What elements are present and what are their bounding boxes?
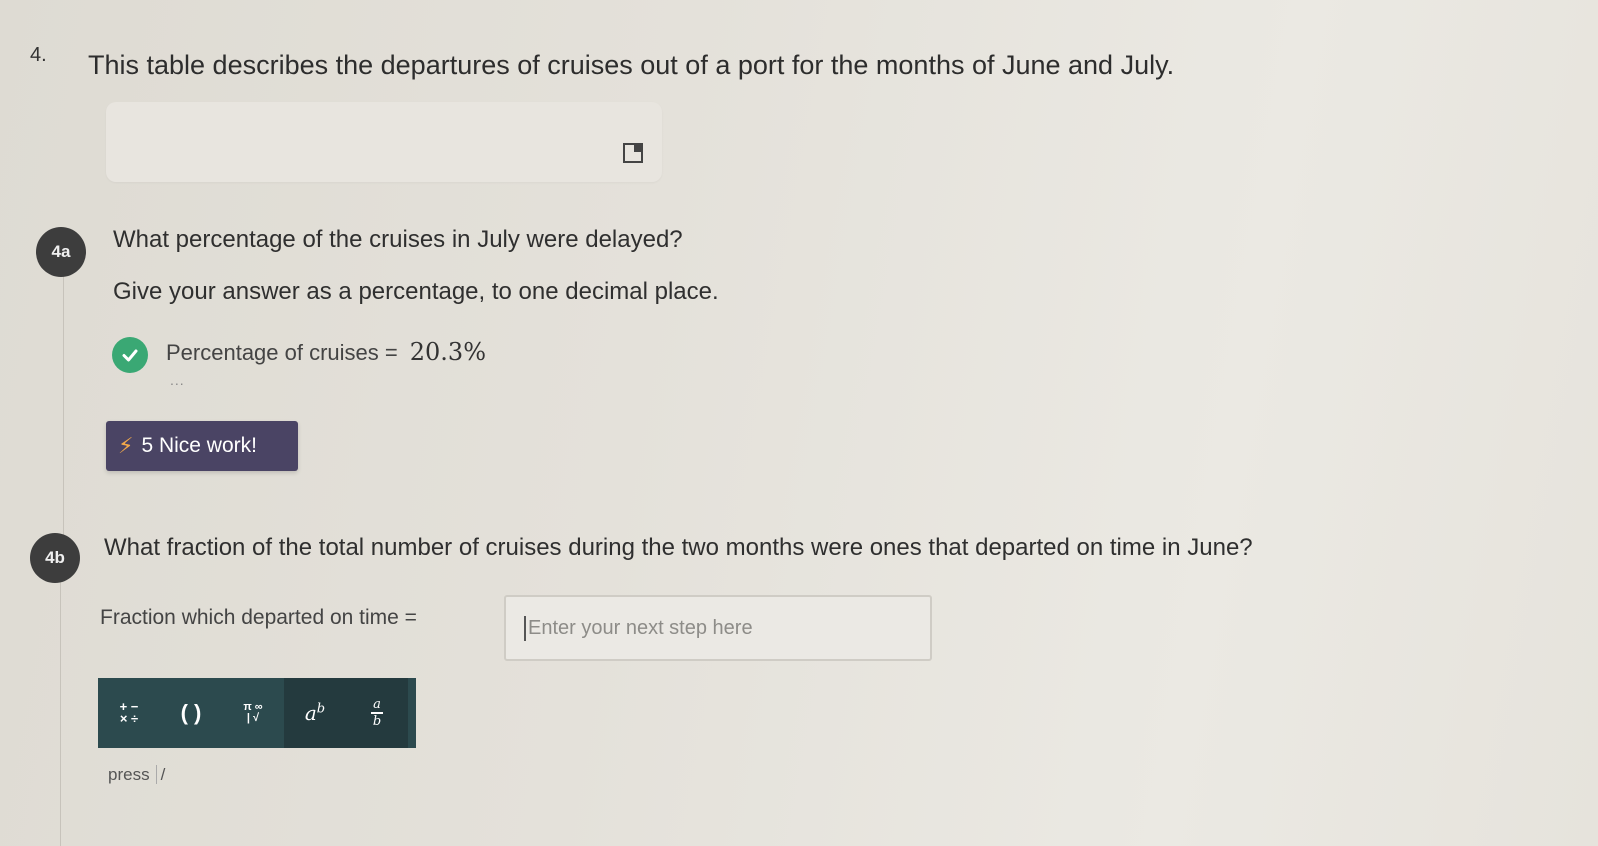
feedback-text: 5 Nice work!: [141, 434, 257, 457]
part-a-instruction: Give your answer as a percentage, to one…: [113, 278, 719, 305]
part-a-badge: 4a: [36, 227, 86, 277]
keyboard-hint: press /: [108, 765, 170, 785]
fraction-denominator: b: [372, 714, 382, 729]
question-title: This table describes the departures of c…: [88, 50, 1175, 80]
part-b-badge: 4b: [30, 533, 80, 583]
part-b-answer-label: Fraction which departed on time =: [100, 606, 417, 629]
part-b-prompt: What fraction of the total number of cru…: [104, 534, 1253, 561]
press-label: press: [108, 765, 150, 784]
power-button[interactable]: ab: [284, 678, 346, 748]
symbols-bottom-label: | √: [246, 712, 260, 724]
operators-bottom-label: × ÷: [119, 711, 139, 726]
feedback-badge: ⚡ 5 Nice work!: [106, 421, 298, 471]
hint-key: /: [155, 765, 170, 784]
parentheses-button[interactable]: ( ): [160, 678, 222, 748]
question-number: 4.: [30, 44, 47, 66]
table-card[interactable]: [106, 102, 662, 182]
correct-check-icon: [112, 337, 148, 373]
more-steps-ellipsis[interactable]: ...: [170, 372, 185, 388]
power-base: a: [304, 701, 317, 725]
answer-input[interactable]: [524, 615, 910, 641]
fraction-button[interactable]: a b: [346, 678, 408, 748]
expand-icon[interactable]: [622, 142, 644, 164]
fraction-numerator: a: [373, 697, 381, 712]
part-a-answer-label: Percentage of cruises =: [166, 340, 398, 365]
operators-button[interactable]: + − × ÷: [98, 678, 160, 748]
part-a-answer-row: Percentage of cruises = 20.3%: [166, 338, 486, 366]
part-a-answer-value: 20.3%: [409, 338, 486, 366]
power-exponent: b: [316, 701, 326, 717]
symbols-button[interactable]: π ∞ | √: [222, 678, 284, 748]
math-toolbar: + − × ÷ ( ) π ∞ | √ ab a b: [98, 678, 416, 748]
part-b-connector: [60, 582, 61, 846]
lightning-icon: ⚡: [118, 433, 134, 458]
part-a-connector: [63, 272, 64, 542]
part-a-prompt: What percentage of the cruises in July w…: [113, 226, 683, 253]
parentheses-label: ( ): [180, 700, 202, 725]
answer-input-box[interactable]: [504, 595, 932, 661]
